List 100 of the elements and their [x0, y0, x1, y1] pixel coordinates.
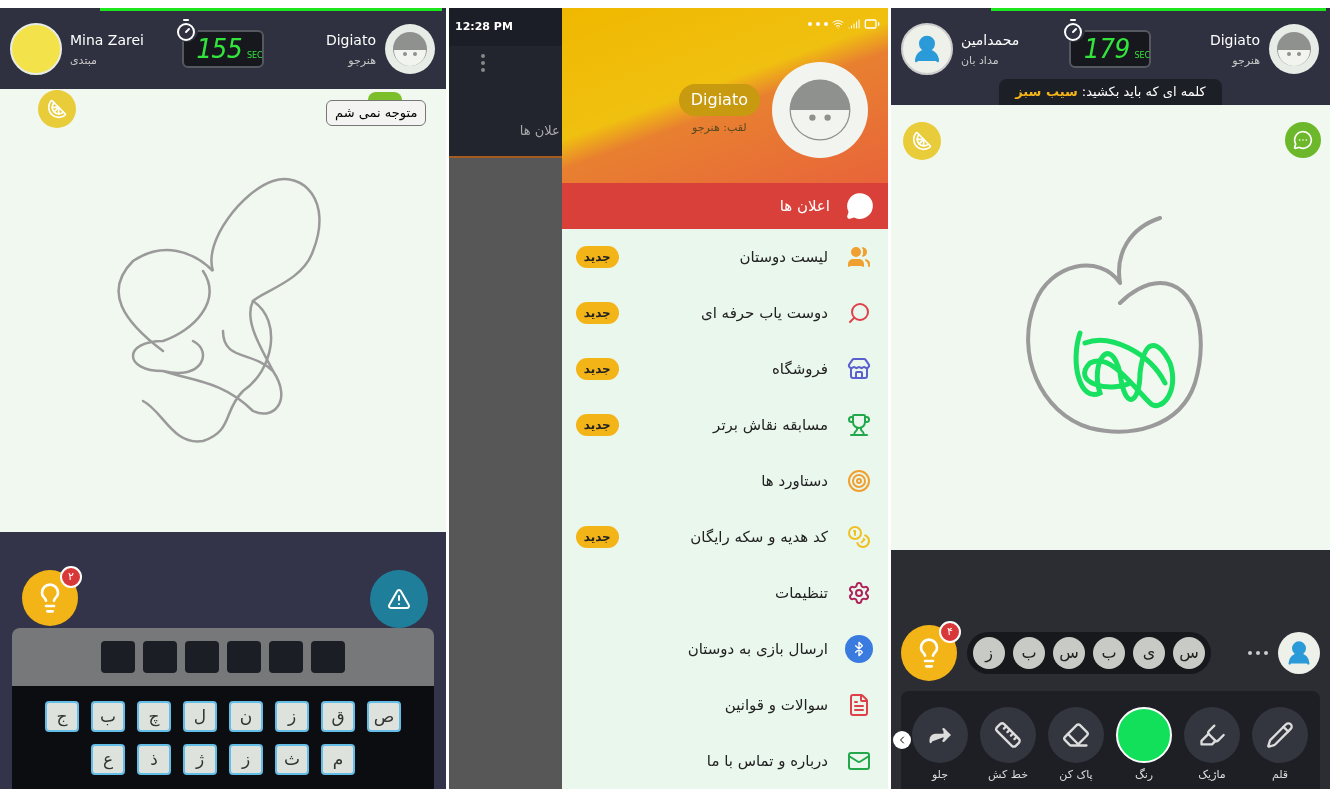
letter-key[interactable]: چ: [137, 700, 171, 732]
answer-slot: [227, 641, 261, 673]
menu-label: فروشگاه: [772, 358, 828, 380]
menu-item[interactable]: سوالات و قوانین: [561, 677, 888, 733]
menu-item[interactable]: مسابقه نقاش برتر جدید: [561, 397, 888, 453]
target-icon: [847, 469, 871, 493]
tool-label: قلم: [1271, 767, 1289, 783]
new-badge: جدید: [575, 526, 619, 548]
collapse-button[interactable]: [893, 731, 911, 749]
letter-chip[interactable]: س: [1173, 637, 1205, 669]
menu-label: مسابقه نقاش برتر: [713, 414, 828, 436]
document-icon: [847, 693, 871, 717]
letter-key[interactable]: ژ: [183, 743, 217, 775]
tool-label: ماژیک: [1198, 767, 1226, 783]
player-name: محمدامین: [961, 32, 1020, 47]
player-name: Mina Zarei: [70, 32, 144, 47]
envelope-icon: [847, 749, 871, 773]
opponent-rank: هنرجو: [348, 54, 376, 66]
menu-item[interactable]: ارسال بازی به دوستان: [561, 621, 888, 677]
eraser-icon: [1062, 721, 1090, 749]
tool-label: خط کش: [988, 767, 1028, 783]
bluetooth-icon: [845, 635, 873, 663]
answer-slot: [143, 641, 177, 673]
letter-key[interactable]: ع: [91, 743, 125, 775]
tool-button[interactable]: [912, 707, 968, 763]
people-icon: [847, 245, 871, 269]
lemon-icon: [47, 99, 67, 119]
avatar-icon: [1278, 632, 1320, 674]
menu-item[interactable]: دوست یاب حرفه ای جدید: [561, 285, 888, 341]
signal-icon: [848, 18, 860, 30]
color-swatch[interactable]: [1116, 707, 1172, 763]
letter-key[interactable]: ب: [91, 700, 125, 732]
tool-button[interactable]: [1048, 707, 1104, 763]
letter-key[interactable]: ص: [367, 700, 401, 732]
letter-key[interactable]: ذ: [137, 743, 171, 775]
menu-item[interactable]: فروشگاه جدید: [561, 341, 888, 397]
menu-label: سوالات و قوانین: [724, 694, 828, 716]
tool-button[interactable]: [1252, 707, 1308, 763]
menu-label: ارسال بازی به دوستان: [687, 638, 828, 660]
prompt-label: کلمه ای که باید بکشید:: [1081, 83, 1206, 102]
new-badge: جدید: [575, 414, 619, 436]
ruler-icon: [994, 721, 1022, 749]
marker-icon: [1198, 721, 1226, 749]
menu-label: لیست دوستان: [739, 246, 828, 268]
letter-key[interactable]: ج: [45, 700, 79, 732]
menu-item[interactable]: تنظیمات: [561, 565, 888, 621]
letter-key[interactable]: م: [321, 743, 355, 775]
letter-chip[interactable]: س: [1053, 637, 1085, 669]
coins-icon: [847, 525, 871, 549]
prompt-word: سیب سبز: [1015, 83, 1078, 102]
menu-label: کد هدیه و سکه رایگان: [690, 526, 828, 548]
hint-count-badge: ۲: [60, 566, 82, 588]
avatar-icon: [383, 23, 436, 75]
new-badge: جدید: [575, 302, 619, 324]
menu-label: درباره و تماس با ما: [706, 750, 828, 772]
shop-icon: [847, 357, 871, 381]
answer-slot: [101, 641, 135, 673]
avatar-icon: [901, 23, 953, 75]
dots-icon: [1248, 651, 1268, 655]
timer-value: 155: [196, 36, 243, 62]
menu-item[interactable]: دستاورد ها: [561, 453, 888, 509]
tool-label: جلو: [931, 767, 949, 783]
tool-label: پاک کن: [1059, 767, 1093, 783]
timer-value: 179: [1083, 36, 1131, 62]
tool-button[interactable]: [980, 707, 1036, 763]
chat-icon: [846, 192, 874, 221]
opponent-name: Digiato: [1209, 32, 1260, 47]
letter-key[interactable]: ز: [229, 743, 263, 775]
letter-key[interactable]: ق: [321, 700, 355, 732]
warning-icon: [387, 587, 411, 611]
letter-key[interactable]: ن: [229, 700, 263, 732]
background-tab-label: علان ها: [519, 121, 561, 140]
letter-chip[interactable]: ب: [1093, 637, 1125, 669]
profile-name: Digiato: [678, 83, 760, 116]
opponent-rank: هنرجو: [1232, 54, 1260, 66]
status-time: 12:28 PM: [455, 18, 513, 35]
report-button[interactable]: [370, 570, 428, 628]
menu-item-active[interactable]: اعلان ها: [561, 183, 888, 229]
player-rank: مداد بان: [961, 54, 1000, 66]
new-badge: جدید: [575, 246, 619, 268]
letter-key[interactable]: ز: [275, 700, 309, 732]
menu-item[interactable]: درباره و تماس با ما: [561, 733, 888, 789]
letter-key[interactable]: ث: [275, 743, 309, 775]
answer-slot: [269, 641, 303, 673]
menu-item[interactable]: لیست دوستان جدید: [561, 229, 888, 285]
menu-label: دستاورد ها: [761, 470, 828, 492]
profile-nickname: لقب: هنرجو: [692, 119, 747, 136]
menu-label: دوست یاب حرفه ای: [700, 302, 828, 324]
letter-chip[interactable]: ب: [1013, 637, 1045, 669]
wifi-icon: [832, 18, 844, 30]
pencil-icon: [1266, 721, 1294, 749]
menu-item[interactable]: کد هدیه و سکه رایگان جدید: [561, 509, 888, 565]
tool-button[interactable]: [1184, 707, 1240, 763]
letter-key[interactable]: ل: [183, 700, 217, 732]
battery-icon: [864, 16, 880, 32]
chat-tooltip: متوجه نمی شم: [326, 100, 427, 126]
answer-slot: [311, 641, 345, 673]
letter-chip[interactable]: ز: [973, 637, 1005, 669]
letter-chip[interactable]: ی: [1133, 637, 1165, 669]
trophy-icon: [847, 413, 871, 437]
